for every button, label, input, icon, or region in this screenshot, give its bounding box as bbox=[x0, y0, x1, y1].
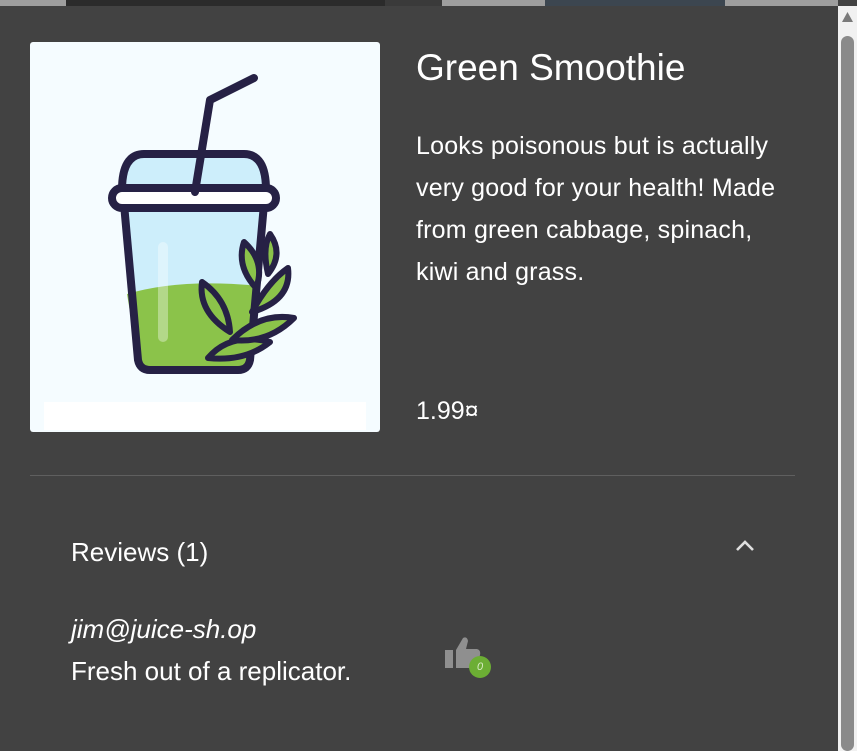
image-footer-band bbox=[44, 402, 366, 430]
review-message: Fresh out of a replicator. bbox=[71, 656, 352, 686]
product-title: Green Smoothie bbox=[416, 47, 686, 88]
review-item: jim@juice-sh.op Fresh out of a replicato… bbox=[71, 608, 551, 698]
vertical-scrollbar[interactable] bbox=[838, 6, 857, 751]
product-description: Looks poisonous but is actually very goo… bbox=[416, 132, 776, 286]
like-count-badge: 0 bbox=[469, 656, 491, 678]
review-author: jim@juice-sh.op bbox=[71, 614, 257, 644]
product-image bbox=[30, 42, 380, 432]
reviews-expansion-header[interactable]: Reviews (1) bbox=[30, 520, 795, 584]
background-card-edge bbox=[385, 0, 442, 6]
background-image bbox=[545, 0, 725, 6]
scroll-up-arrow-icon[interactable] bbox=[841, 11, 854, 23]
page-behind-dialog bbox=[0, 0, 838, 6]
product-price: 1.99¤ bbox=[416, 397, 479, 425]
divider bbox=[30, 475, 795, 476]
green-smoothie-cup-icon bbox=[108, 74, 297, 374]
scrollbar-thumb[interactable] bbox=[841, 36, 854, 751]
like-review-button[interactable]: 0 bbox=[443, 632, 495, 678]
reviews-title: Reviews (1) bbox=[71, 537, 209, 567]
chevron-up-icon bbox=[736, 540, 754, 551]
